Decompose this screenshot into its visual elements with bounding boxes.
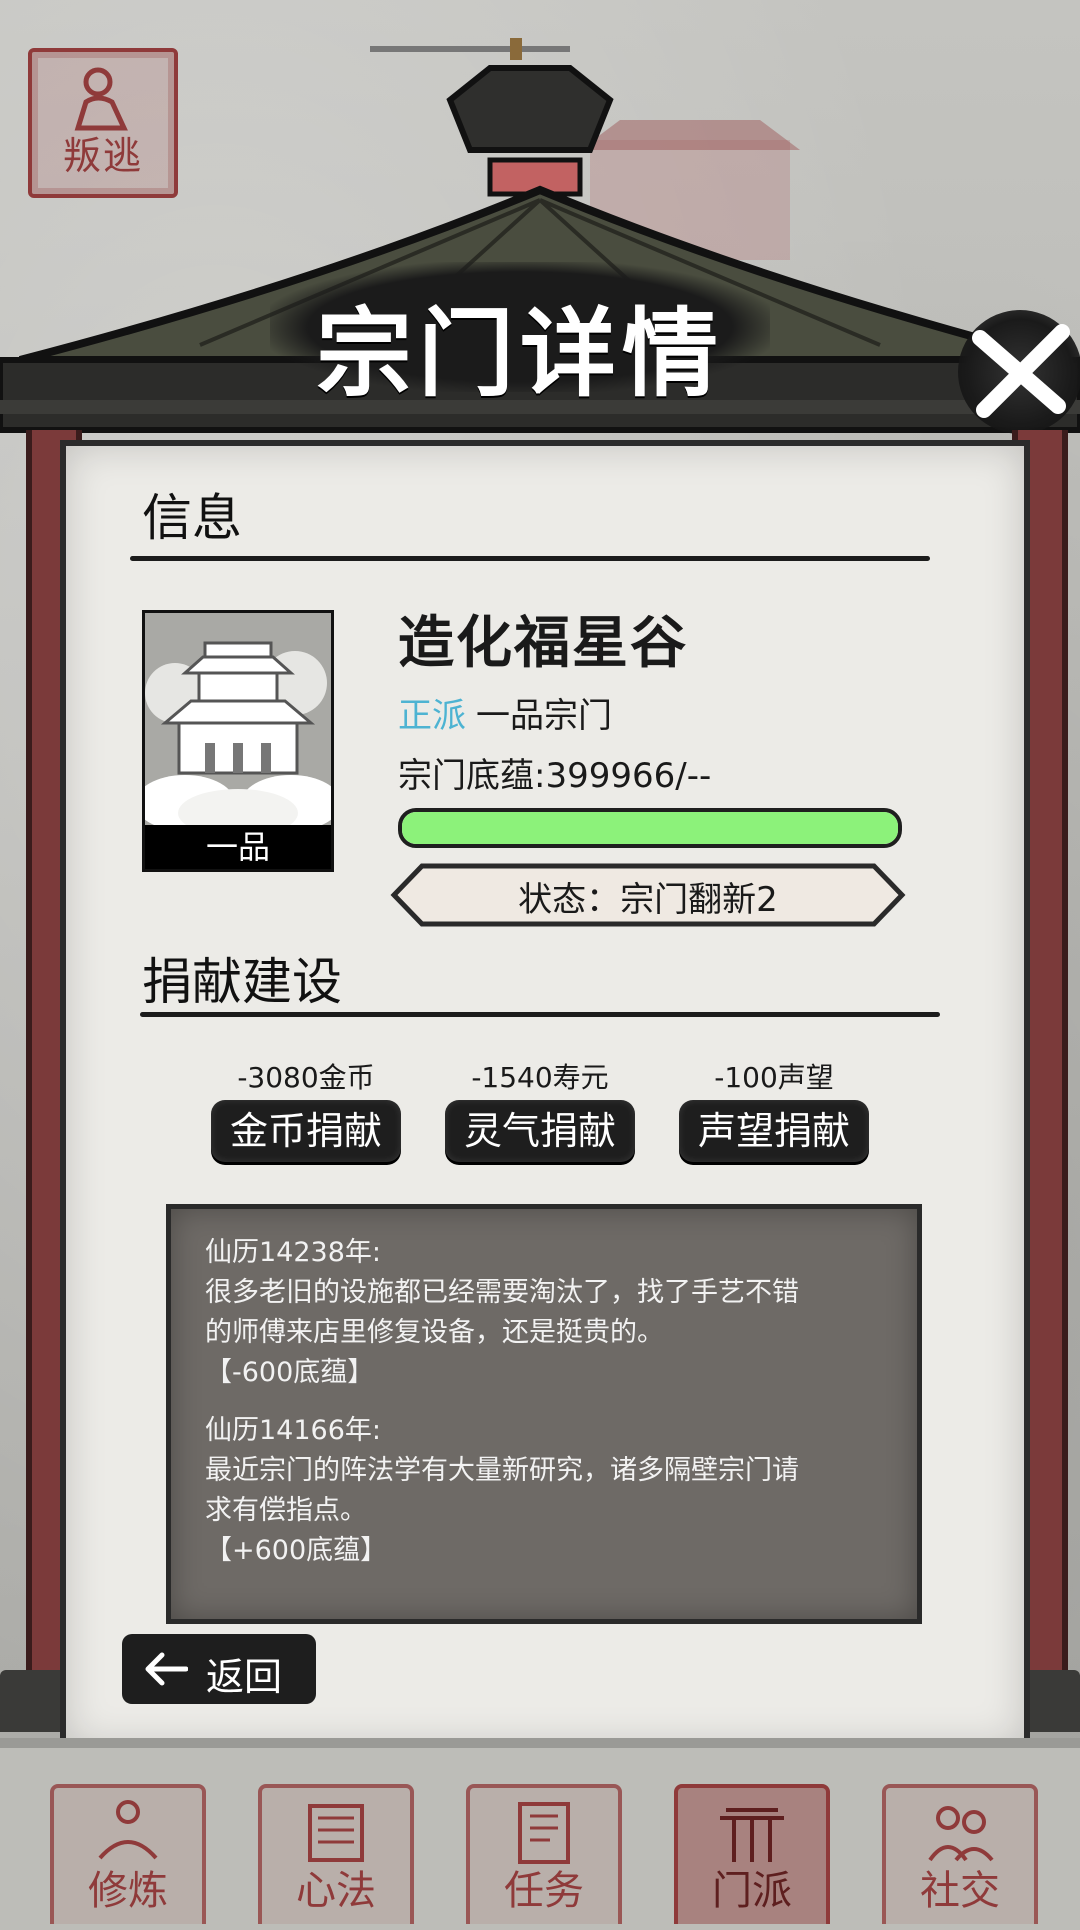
nav-methods-label: 心法 — [296, 1868, 376, 1914]
log-date: 仙历14238年: — [205, 1237, 381, 1268]
nav-sect[interactable]: 门派 — [674, 1784, 830, 1924]
arrow-left-icon — [145, 1652, 188, 1686]
title-banner: 宗门详情 — [270, 262, 770, 410]
status-banner: 状态：宗门翻新2 — [390, 862, 906, 928]
info-heading: 信息 — [142, 489, 242, 547]
event-log-panel[interactable]: 仙历14238年: 很多老旧的设施都已经需要淘汰了，找了手艺不错 的师傅来店里修… — [166, 1204, 922, 1624]
log-entry: 仙历14166年: 最近宗门的阵法学有大量新研究，诸多隔壁宗门请 求有偿指点。 … — [205, 1411, 895, 1571]
sect-emblem: 一品 — [142, 610, 334, 872]
prestige-donate-button[interactable]: 声望捐献 — [679, 1100, 869, 1162]
prestige-donate-cost: -100声望 — [714, 1061, 834, 1094]
back-button[interactable]: 返回 — [122, 1634, 316, 1704]
log-effect: 【-600底蕴】 — [205, 1357, 375, 1388]
temple-icon — [145, 613, 331, 837]
log-line: 的师傅来店里修复设备，还是挺贵的。 — [205, 1317, 664, 1348]
nav-cultivate-label: 修炼 — [88, 1868, 168, 1914]
sect-heritage-label: 宗门底蕴:399966/-- — [398, 756, 712, 796]
event-log-text: 仙历14238年: 很多老旧的设施都已经需要淘汰了，找了手艺不错 的师傅来店里修… — [205, 1233, 895, 1589]
log-line: 很多老旧的设施都已经需要淘汰了，找了手艺不错 — [205, 1277, 799, 1308]
sect-name: 造化福星谷 — [398, 611, 688, 676]
donate-divider — [140, 1012, 940, 1017]
log-date: 仙历14166年: — [205, 1415, 381, 1446]
qi-donate-cost: -1540寿元 — [471, 1061, 609, 1094]
info-divider — [130, 556, 930, 561]
heritage-progress-bar — [398, 808, 902, 848]
log-line: 求有偿指点。 — [205, 1495, 367, 1526]
window-title: 宗门详情 — [316, 297, 724, 410]
nav-sect-label: 门派 — [712, 1868, 792, 1914]
nav-cultivate[interactable]: 修炼 — [50, 1784, 206, 1924]
nav-social-label: 社交 — [920, 1868, 1000, 1914]
log-effect: 【+600底蕴】 — [205, 1535, 388, 1566]
nav-methods[interactable]: 心法 — [258, 1784, 414, 1924]
defect-label: 叛逃 — [62, 134, 143, 178]
sect-rank: 一品宗门 — [476, 696, 612, 736]
gold-donate-cost: -3080金币 — [237, 1061, 375, 1094]
back-label: 返回 — [206, 1655, 283, 1699]
qi-donate-button[interactable]: 灵气捐献 — [445, 1100, 635, 1162]
log-line: 最近宗门的阵法学有大量新研究，诸多隔壁宗门请 — [205, 1455, 799, 1486]
close-x-icon — [972, 324, 1070, 418]
nav-tasks[interactable]: 任务 — [466, 1784, 622, 1924]
sect-status: 状态：宗门翻新2 — [518, 880, 778, 920]
nav-social[interactable]: 社交 — [882, 1784, 1038, 1924]
log-entry: 仙历14238年: 很多老旧的设施都已经需要淘汰了，找了手艺不错 的师傅来店里修… — [205, 1233, 895, 1393]
close-button[interactable] — [958, 310, 1080, 434]
defect-seal-button[interactable]: 叛逃 — [28, 48, 178, 198]
heritage-progress-fill — [402, 812, 898, 844]
nav-tasks-label: 任务 — [504, 1868, 584, 1914]
gold-donate-button[interactable]: 金币捐献 — [211, 1100, 401, 1162]
sect-grade-badge: 一品 — [145, 825, 331, 869]
sect-alignment: 正派 — [398, 696, 466, 736]
donate-heading: 捐献建设 — [142, 953, 342, 1011]
